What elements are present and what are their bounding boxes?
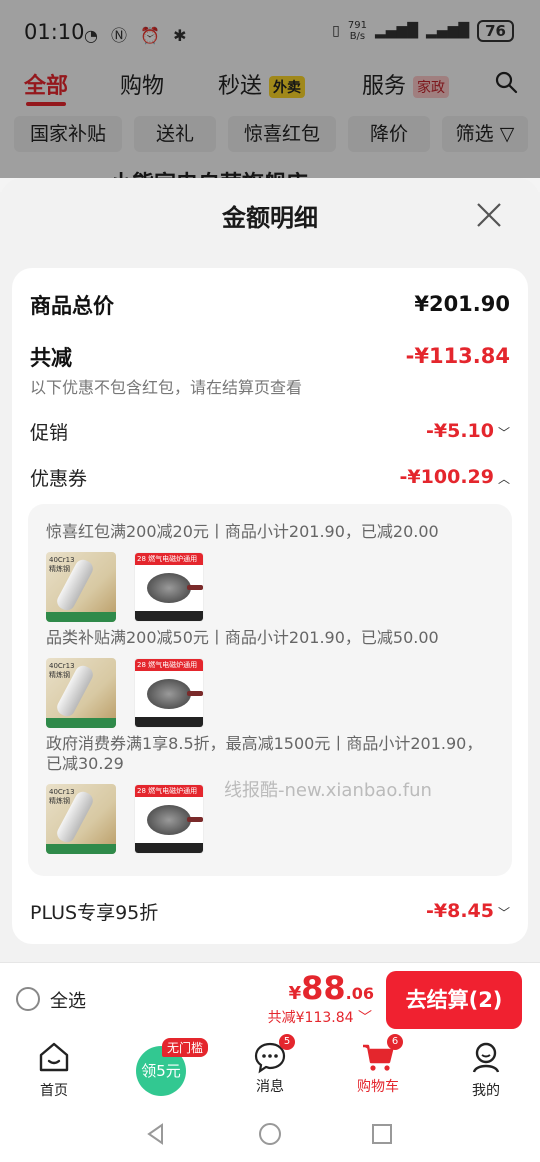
coupon-label-text: 领5元 [141, 1062, 181, 1080]
pan-band [135, 843, 203, 853]
product-thumb-pan[interactable]: 28 燃气电磁炉通用 [134, 784, 204, 854]
home-circle-icon[interactable] [258, 1122, 282, 1146]
product-thumb-knife[interactable]: 40Cr13 精炼钢 [46, 658, 116, 728]
pan-band [135, 717, 203, 727]
plus-toggle[interactable]: -¥8.45 ﹀ [426, 900, 510, 922]
recents-icon[interactable] [370, 1122, 394, 1146]
system-nav-bar [0, 1106, 540, 1162]
nav-home-label: 首页 [40, 1083, 68, 1099]
total-price: ¥88.06 [289, 969, 374, 1007]
saved-amount[interactable]: 共减¥113.84 ﹀ [268, 1007, 372, 1027]
detail-card: 商品总价 ¥201.90 共减 -¥113.84 以下优惠不包含红包，请在结算页… [12, 268, 528, 944]
pan-handle [187, 691, 203, 696]
dim-overlay[interactable] [0, 0, 540, 178]
plus-value: -¥8.45 [426, 900, 494, 922]
close-icon[interactable] [476, 202, 502, 228]
total-value: ¥201.90 [414, 292, 510, 316]
promo-value: -¥5.10 [426, 420, 494, 442]
message-badge: 5 [279, 1034, 295, 1050]
coupon-line: 惊喜红包满200减20元丨商品小计201.90，已减20.00 [46, 522, 439, 541]
pan-handle [187, 585, 203, 590]
knife-band [46, 844, 116, 854]
pan-banner: 28 燃气电磁炉通用 [135, 785, 203, 797]
back-icon[interactable] [144, 1122, 168, 1146]
pan-disc [147, 805, 191, 835]
nav-profile-label: 我的 [472, 1083, 500, 1099]
checkout-button[interactable]: 去结算(2) [386, 971, 522, 1029]
watermark: 线报酷-new.xianbao.fun [224, 780, 432, 801]
total-label: 商品总价 [30, 294, 114, 318]
product-thumb-pan[interactable]: 28 燃气电磁炉通用 [134, 658, 204, 728]
product-thumb-pan[interactable]: 28 燃气电磁炉通用 [134, 552, 204, 622]
nav-messages[interactable]: 5 消息 [230, 1034, 310, 1096]
cart-badge: 6 [387, 1034, 403, 1050]
pan-banner: 28 燃气电磁炉通用 [135, 553, 203, 565]
coupon-value: -¥100.29 [399, 466, 494, 488]
cart-icon-wrap: 6 [361, 1034, 403, 1074]
coupon-list: 惊喜红包满200减20元丨商品小计201.90，已减20.00 40Cr13 精炼… [28, 504, 512, 876]
profile-icon [472, 1042, 500, 1073]
promo-toggle[interactable]: -¥5.10 ﹀ [426, 420, 510, 442]
chevron-down-icon: ﹀ [358, 1010, 372, 1026]
select-all-radio[interactable] [16, 987, 40, 1011]
pan-banner: 28 燃气电磁炉通用 [135, 659, 203, 671]
pan-handle [187, 817, 203, 822]
reduce-label: 共减 [30, 346, 72, 370]
chevron-up-icon: ︿ [497, 472, 510, 486]
coupon-label: 优惠券 [30, 468, 88, 490]
coupon-toggle[interactable]: -¥100.29 ︿ [400, 466, 510, 488]
sheet-title: 金额明细 [222, 204, 318, 232]
price-currency: ¥ [288, 983, 302, 1004]
coupon-line: 品类补贴满200减50元丨商品小计201.90，已减50.00 [46, 628, 439, 647]
price-decimal: .06 [345, 984, 374, 1003]
promo-label: 促销 [30, 422, 69, 444]
price-integer: 88 [301, 969, 346, 1007]
nav-cart-label: 购物车 [357, 1079, 399, 1095]
coupon-line: 政府消费券满1享8.5折，最高减1500元丨商品小计201.90，已减30.29 [46, 734, 483, 773]
nav-profile[interactable]: 我的 [446, 1040, 526, 1100]
reduce-value: -¥113.84 [405, 344, 510, 368]
bottom-nav: 首页 领5元 无门槛 5 消息 6 购物车 我的 [0, 1034, 540, 1106]
no-threshold-tag: 无门槛 [162, 1038, 209, 1057]
message-icon-wrap: 5 [253, 1034, 295, 1074]
nav-home[interactable]: 首页 [14, 1040, 94, 1100]
product-thumb-knife[interactable]: 40Cr13 精炼钢 [46, 552, 116, 622]
pan-band [135, 611, 203, 621]
nav-cart[interactable]: 6 购物车 [338, 1034, 418, 1096]
nav-messages-label: 消息 [256, 1079, 284, 1095]
chevron-down-icon: ﹀ [497, 906, 510, 920]
select-all-label[interactable]: 全选 [50, 987, 86, 1013]
home-icon [39, 1042, 69, 1072]
pan-disc [147, 679, 191, 709]
knife-band [46, 612, 116, 622]
chevron-down-icon: ﹀ [497, 426, 510, 440]
amount-detail-sheet: 金额明细 商品总价 ¥201.90 共减 -¥113.84 以下优惠不包含红包，… [0, 178, 540, 962]
saved-text: 共减¥113.84 [267, 1010, 354, 1026]
pan-disc [147, 573, 191, 603]
checkout-bar: 全选 ¥88.06 共减¥113.84 ﹀ 去结算(2) [0, 962, 540, 1036]
product-thumb-knife[interactable]: 40Cr13 精炼钢 [46, 784, 116, 854]
knife-band [46, 718, 116, 728]
plus-label: PLUS专享95折 [30, 902, 159, 924]
reduce-note: 以下优惠不包含红包，请在结算页查看 [30, 378, 303, 397]
